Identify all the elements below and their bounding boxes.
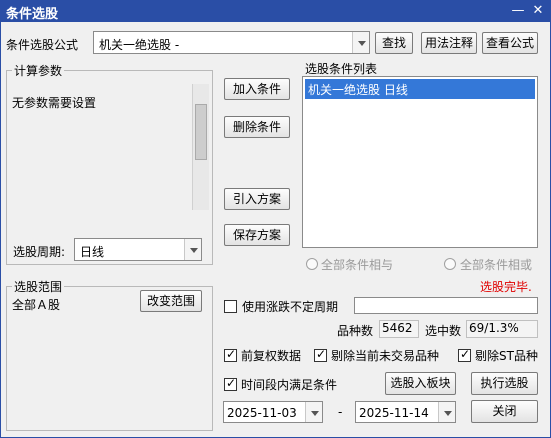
scrollbar-thumb[interactable]	[195, 104, 207, 160]
uncertain-period-label: 使用涨跌不定周期	[242, 300, 339, 314]
start-date-picker[interactable]: 2025-11-03	[223, 401, 323, 423]
selected-field: 69/1.3%	[466, 320, 538, 338]
exclude-st-label: 剔除ST品种	[475, 349, 538, 363]
start-date-value: 2025-11-03	[227, 406, 297, 420]
count-label: 品种数	[337, 324, 374, 338]
import-scheme-button[interactable]: 引入方案	[224, 188, 290, 210]
period-select[interactable]: 日线	[74, 238, 202, 261]
formula-label: 条件选股公式	[6, 38, 79, 52]
range-value: 全部Ａ股	[12, 298, 61, 312]
conditions-list[interactable]: 机关一绝选股 日线	[302, 76, 538, 248]
chevron-down-icon[interactable]	[305, 402, 322, 422]
usage-notes-button[interactable]: 用法注释	[421, 32, 477, 54]
radio-and-label: 全部条件相与	[321, 258, 394, 272]
selected-value: 69/1.3%	[469, 321, 519, 335]
title-bar[interactable]: 条件选股 — ✕	[0, 0, 551, 22]
radio-and[interactable]	[306, 258, 318, 270]
to-block-button[interactable]: 选股入板块	[385, 372, 456, 395]
conditions-legend: 选股条件列表	[305, 62, 378, 76]
list-item[interactable]: 机关一绝选股 日线	[305, 79, 535, 99]
close-button[interactable]: 关闭	[471, 400, 538, 423]
params-legend: 计算参数	[12, 62, 65, 79]
formula-combobox[interactable]: 机关一绝选股 -	[93, 31, 370, 54]
period-value: 日线	[80, 245, 105, 259]
time-range-checkbox[interactable]	[224, 376, 237, 391]
save-scheme-button[interactable]: 保存方案	[224, 224, 290, 246]
dialog-body: 条件选股公式 机关一绝选股 - 查找 用法注释 查看公式 计算参数 无参数需要设…	[0, 22, 551, 438]
uncertain-period-input[interactable]	[354, 297, 538, 314]
period-label: 选股周期:	[13, 245, 66, 259]
time-range-label: 时间段内满足条件	[241, 378, 338, 392]
delete-condition-button[interactable]: 删除条件	[224, 116, 290, 138]
radio-or[interactable]	[444, 258, 456, 270]
exclude-untraded-checkbox[interactable]	[314, 347, 327, 362]
uncertain-period-checkbox[interactable]	[224, 300, 237, 313]
add-condition-button[interactable]: 加入条件	[224, 78, 290, 100]
status-text: 选股完毕.	[480, 280, 532, 294]
window-title: 条件选股	[6, 7, 59, 22]
execute-button[interactable]: 执行选股	[471, 372, 538, 395]
count-value: 5462	[382, 321, 413, 335]
date-separator: -	[338, 405, 343, 419]
chevron-down-icon[interactable]	[352, 32, 369, 53]
exclude-st-checkbox[interactable]	[458, 347, 471, 362]
chevron-down-icon[interactable]	[184, 239, 201, 260]
view-formula-button[interactable]: 查看公式	[482, 32, 538, 54]
range-legend: 选股范围	[12, 278, 65, 295]
change-range-button[interactable]: 改变范围	[140, 290, 202, 312]
selected-label: 选中数	[425, 324, 462, 338]
exclude-untraded-label: 剔除当前未交易品种	[331, 349, 440, 363]
minimize-icon[interactable]: —	[509, 2, 527, 19]
formula-value: 机关一绝选股 -	[99, 38, 180, 52]
params-scrollbar[interactable]	[192, 84, 209, 210]
end-date-picker[interactable]: 2025-11-14	[355, 401, 456, 423]
radio-or-label: 全部条件相或	[460, 258, 533, 272]
params-message: 无参数需要设置	[12, 96, 97, 110]
end-date-value: 2025-11-14	[359, 406, 429, 420]
chevron-down-icon[interactable]	[438, 402, 455, 422]
condition-item-label: 机关一绝选股 日线	[308, 83, 408, 97]
close-icon[interactable]: ✕	[529, 2, 547, 19]
count-field: 5462	[379, 320, 419, 338]
forward-adjust-label: 前复权数据	[241, 349, 302, 363]
find-button[interactable]: 查找	[375, 32, 413, 54]
forward-adjust-checkbox[interactable]	[224, 347, 237, 362]
